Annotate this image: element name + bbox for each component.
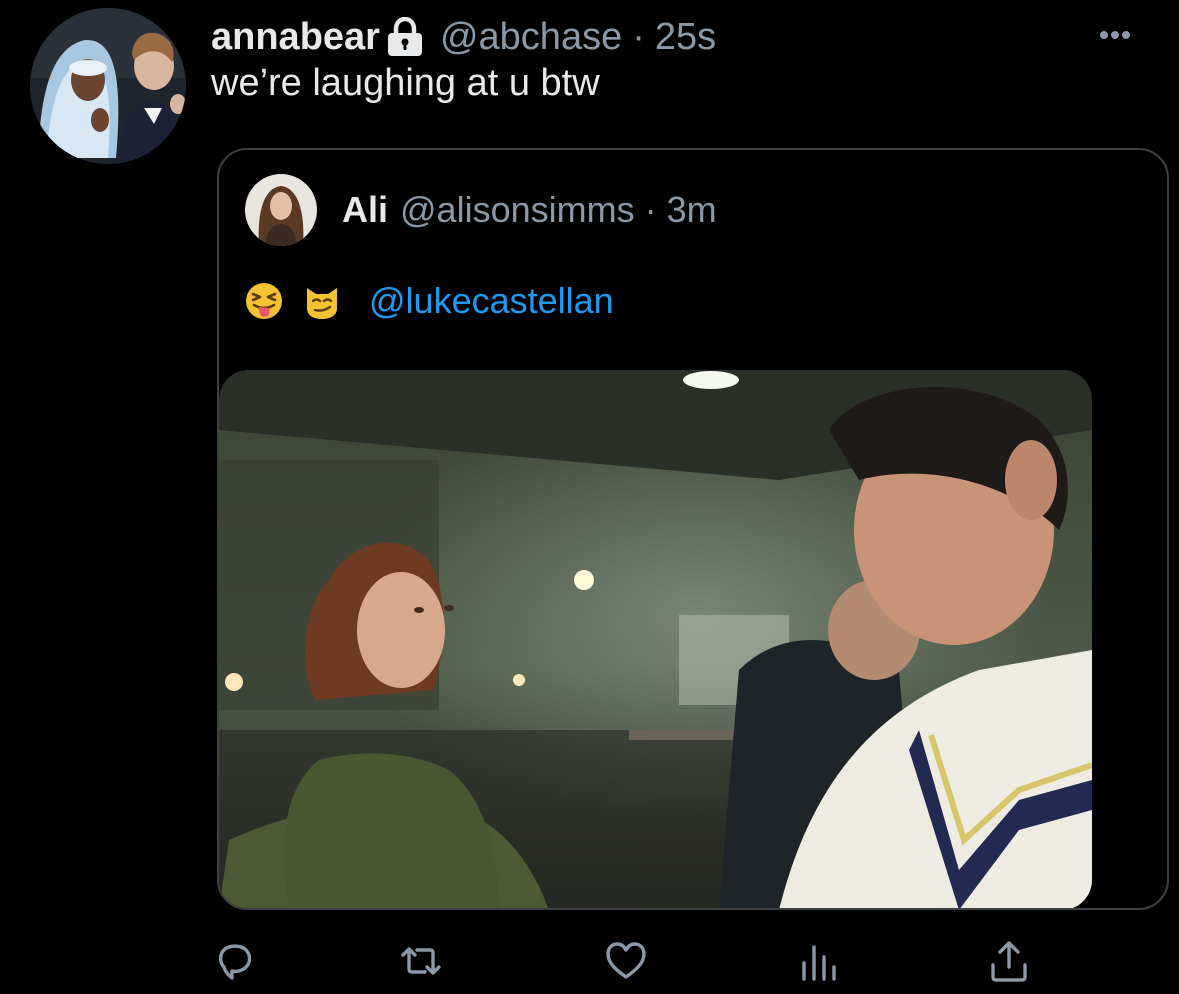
photo-image — [219, 370, 1092, 908]
heart-icon — [606, 942, 646, 979]
reply-button[interactable] — [212, 937, 260, 985]
tweet-header: annabear @abchase · 25s — [211, 14, 716, 60]
separator-dot: · — [644, 189, 657, 230]
author-avatar[interactable] — [30, 8, 186, 164]
tweet-timestamp[interactable]: 25s — [655, 16, 716, 59]
quoted-tweet-header: Ali @alisonsimms · 3m — [342, 187, 717, 233]
smirking-cat-emoji-icon — [303, 282, 341, 320]
analytics-button[interactable] — [796, 937, 844, 985]
analytics-icon — [802, 945, 836, 981]
quoted-author-display-name[interactable]: Ali — [342, 189, 388, 231]
tweet-text: we’re laughing at u btw — [211, 62, 600, 104]
quoted-author-avatar[interactable] — [245, 174, 317, 246]
author-handle[interactable]: @abchase — [440, 16, 622, 59]
share-button[interactable] — [985, 937, 1033, 985]
author-display-name[interactable]: annabear — [211, 16, 380, 59]
quoted-author-avatar-photo — [245, 174, 317, 246]
share-icon — [991, 941, 1027, 982]
more-options-button[interactable] — [1092, 24, 1138, 46]
like-button[interactable] — [602, 937, 650, 985]
separator-dot: · — [632, 15, 645, 58]
mention-link[interactable]: @lukecastellan — [369, 280, 614, 322]
quoted-tweet-card[interactable]: Ali @alisonsimms · 3m @lukecastellan — [217, 148, 1169, 910]
retweet-icon — [401, 947, 441, 975]
retweet-button[interactable] — [397, 937, 445, 985]
squinting-tongue-emoji-icon — [245, 282, 283, 320]
quoted-tweet-photo[interactable] — [219, 370, 1092, 908]
ellipsis-icon — [1100, 31, 1130, 39]
quoted-tweet-timestamp[interactable]: 3m — [667, 189, 717, 231]
reply-icon — [218, 944, 252, 980]
lock-icon — [386, 16, 424, 57]
quoted-tweet-text: @lukecastellan — [245, 278, 614, 324]
tweet-action-bar — [212, 937, 1032, 985]
quoted-author-handle[interactable]: @alisonsimms — [400, 189, 635, 231]
author-avatar-photo — [30, 8, 186, 164]
